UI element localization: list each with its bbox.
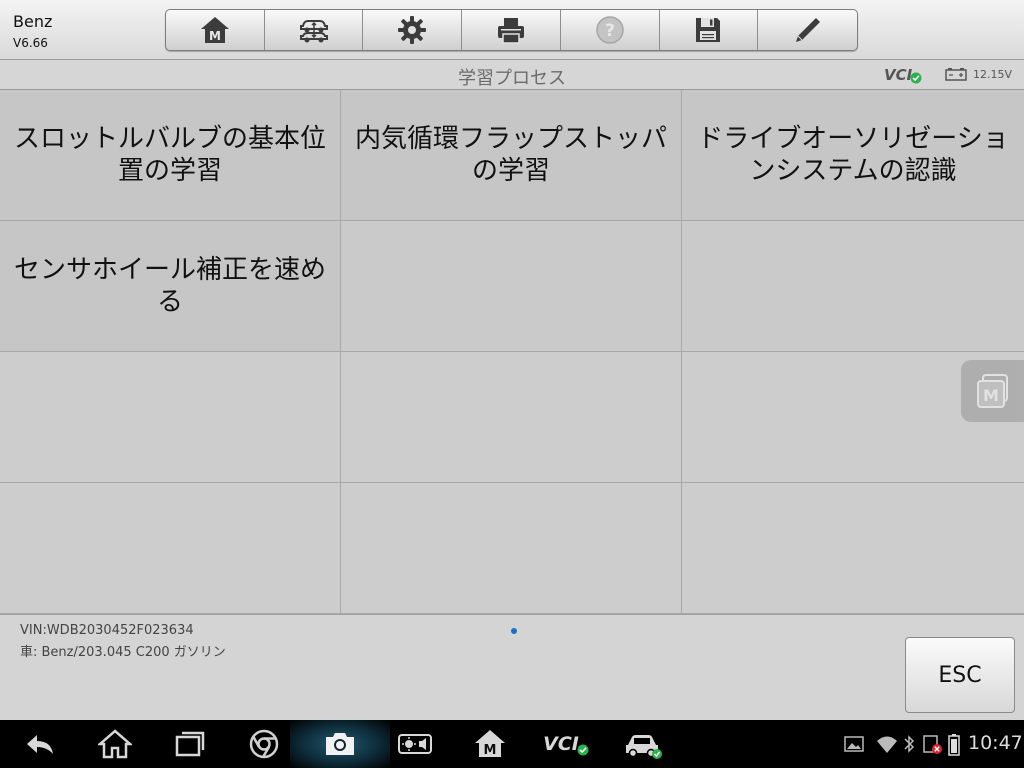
home-button[interactable]: M [166, 10, 265, 50]
function-item-throttle-learning[interactable]: スロットルバルブの基本位置の学習 [0, 90, 341, 221]
svg-text:?: ? [605, 21, 615, 41]
app-version: V6.66 [13, 36, 48, 50]
sim-error-icon [923, 735, 942, 754]
pencil-icon [795, 18, 820, 42]
vci-nav-label: VCI [543, 733, 579, 755]
back-arrow-icon [27, 735, 53, 754]
car-swap-icon [299, 20, 328, 43]
camera-icon [326, 733, 354, 755]
wifi-icon [877, 736, 897, 753]
home-nav-button[interactable] [95, 724, 135, 764]
function-item-drive-authorization-recognition[interactable]: ドライブオーソリゼーションシステムの認識 [682, 90, 1024, 221]
svg-text:M: M [484, 743, 497, 758]
car-icon [626, 735, 662, 759]
printer-icon [498, 18, 525, 44]
footer: VIN:WDB2030452F023634 車: Benz/203.045 C2… [0, 614, 1024, 720]
help-icon: ? [595, 16, 624, 44]
function-item-label: 内気循環フラップストッパの学習 [355, 124, 668, 186]
recents-button[interactable] [170, 724, 210, 764]
check-badge-icon [577, 744, 589, 756]
vci-manager-button[interactable]: VCI [540, 724, 592, 764]
clock: 10:47 [968, 732, 1023, 754]
system-nav-bar: M VCI 10:47 [0, 720, 1024, 768]
svg-text:M: M [983, 386, 999, 405]
vehicle-swap-button[interactable] [265, 10, 364, 50]
home-m-icon: M [475, 730, 505, 758]
empty-cell [0, 352, 341, 483]
gallery-icon [844, 736, 864, 752]
function-item-sensor-wheel-adaptation[interactable]: センサホイール補正を速める [0, 221, 341, 352]
svg-text:M: M [209, 29, 221, 43]
settings-button[interactable] [363, 10, 463, 50]
empty-cell [0, 483, 341, 614]
vehicle-text: 車: Benz/203.045 C200 ガソリン [20, 645, 226, 660]
recents-icon [175, 731, 205, 757]
empty-cell [341, 221, 682, 352]
page-title: 学習プロセス [458, 68, 566, 89]
empty-cell [341, 483, 682, 614]
brightness-volume-icon [398, 734, 432, 754]
check-badge-icon [910, 72, 922, 84]
battery-status: 12.15V [945, 67, 1012, 81]
title-bar: 学習プロセス VCI 12.15V [0, 60, 1024, 90]
top-bar: Benz V6.66 M ? [0, 0, 1024, 60]
bluetooth-icon [904, 735, 915, 753]
vci-label: VCI [884, 66, 913, 84]
home-icon [98, 729, 132, 759]
function-grid: スロットルバルブの基本位置の学習 内気循環フラップストッパの学習 ドライブオーソ… [0, 90, 1024, 614]
home-m-icon: M [200, 17, 229, 43]
page-indicator-dot [511, 628, 517, 634]
edit-button[interactable] [758, 10, 857, 50]
save-button[interactable] [660, 10, 759, 50]
chrome-button[interactable] [244, 724, 284, 764]
print-button[interactable] [462, 10, 561, 50]
esc-button[interactable]: ESC [905, 637, 1015, 713]
empty-cell [682, 483, 1024, 614]
gear-icon [398, 16, 427, 44]
floppy-icon [696, 18, 721, 42]
chrome-icon [249, 729, 279, 759]
empty-cell [341, 352, 682, 483]
brightness-volume-button[interactable] [395, 724, 435, 764]
stacked-m-icon: M [976, 374, 1008, 408]
battery-voltage: 12.15V [973, 67, 1013, 81]
battery-icon [948, 734, 960, 756]
vci-status: VCI [884, 66, 922, 84]
app-title: Benz [13, 12, 53, 31]
back-button[interactable] [20, 724, 60, 764]
empty-cell [682, 221, 1024, 352]
function-item-recirculation-flap-learning[interactable]: 内気循環フラップストッパの学習 [341, 90, 682, 221]
vehicle-status-button[interactable] [620, 724, 666, 764]
function-item-label: スロットルバルブの基本位置の学習 [14, 124, 327, 186]
camera-button[interactable] [320, 724, 360, 764]
help-button[interactable]: ? [561, 10, 660, 50]
toolbar: M ? [165, 9, 858, 51]
vin-text: VIN:WDB2030452F023634 [20, 623, 194, 638]
floating-menu-handle[interactable]: M [961, 360, 1024, 422]
car-battery-icon [945, 68, 967, 81]
maxisys-app-button[interactable]: M [470, 724, 510, 764]
function-item-label: センサホイール補正を速める [14, 255, 327, 317]
function-item-label: ドライブオーソリゼーションシステムの認識 [697, 124, 1009, 186]
